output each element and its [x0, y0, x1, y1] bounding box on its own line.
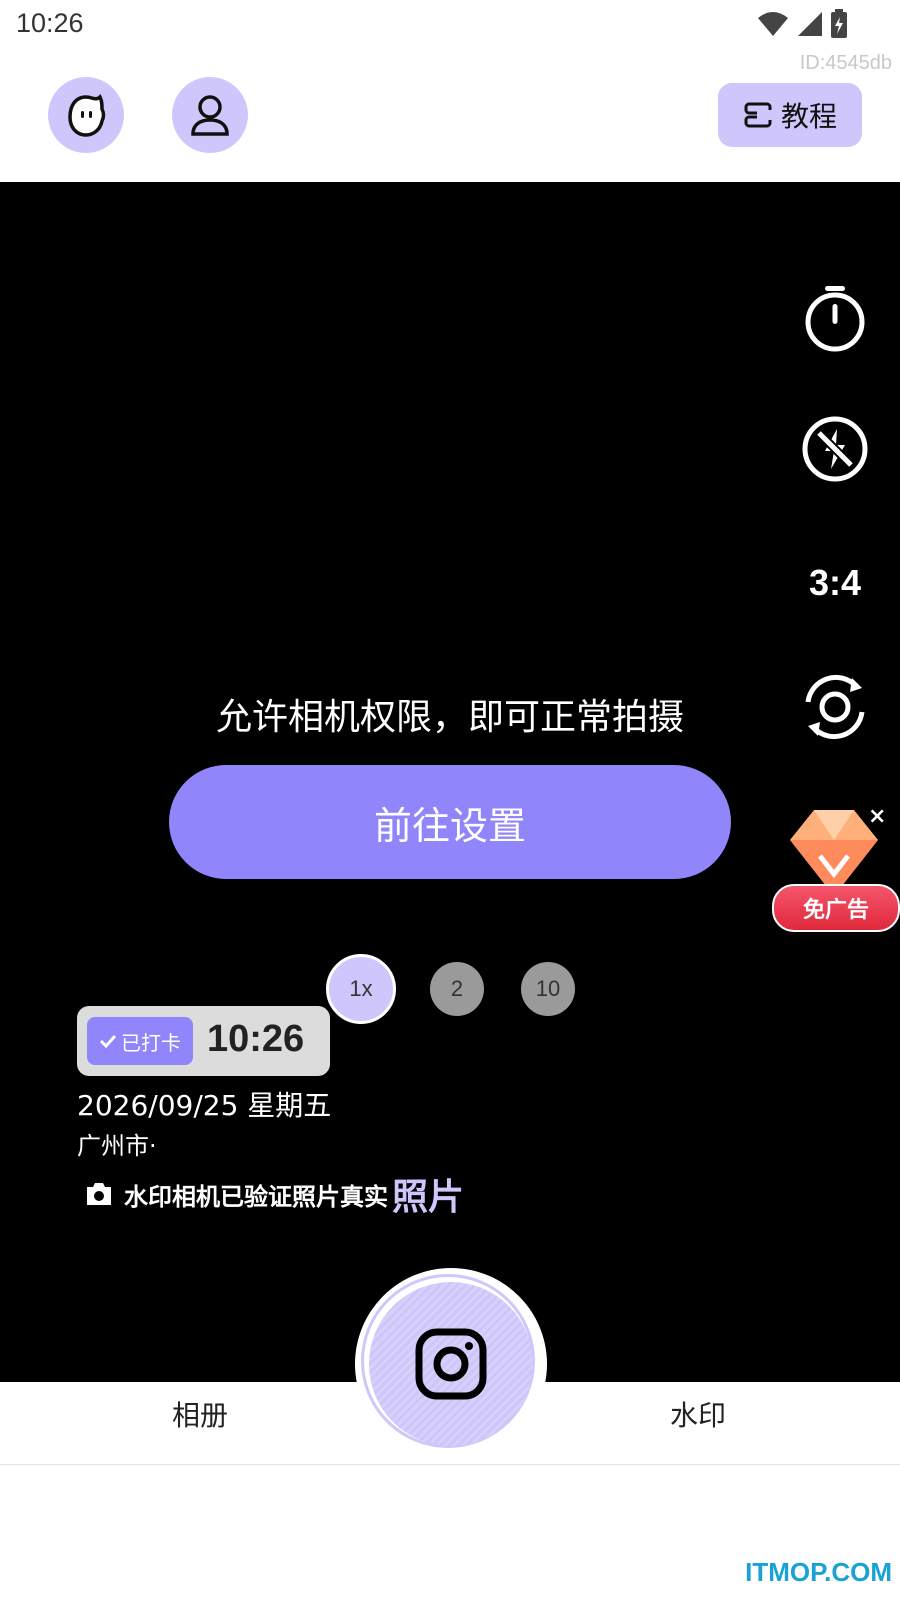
wifi-icon [758, 12, 788, 36]
aspect-ratio-button[interactable]: 3:4 [800, 562, 870, 604]
zoom-option-1x[interactable]: 1x [326, 954, 396, 1024]
remove-ads-badge[interactable]: 免广告 [772, 884, 900, 932]
status-icons [756, 9, 848, 39]
tutorial-icon [744, 102, 773, 128]
camera-viewport[interactable]: 3:4 允许相机权限，即可正常拍摄 前往设置 × 免广告 1x 2 10 已打卡… [0, 182, 900, 1382]
album-tab[interactable]: 相册 [172, 1394, 228, 1434]
instagram-camera-icon [415, 1328, 487, 1400]
watermark-verify-line: 水印相机已验证照片真实 照片 [84, 1168, 464, 1220]
camera-icon [87, 1183, 111, 1205]
verify-suffix: 照片 [392, 1177, 465, 1218]
shutter-button[interactable] [355, 1268, 547, 1460]
watermark-city: 广州市· [77, 1132, 157, 1160]
watermark-brand: ITMOP.COM [745, 1557, 892, 1587]
mascot-button[interactable] [48, 77, 124, 153]
zoom-option-10[interactable]: 10 [521, 962, 575, 1016]
flash-off-icon [802, 416, 868, 482]
check-icon [99, 1034, 117, 1049]
checkin-tag: 已打卡 [87, 1017, 193, 1065]
tutorial-button[interactable]: 教程 [718, 83, 862, 147]
verify-text: 水印相机已验证照片真实 [124, 1182, 388, 1211]
watermark-time: 10:26 [207, 1018, 305, 1060]
flash-toggle-button[interactable] [800, 414, 870, 484]
permission-message: 允许相机权限，即可正常拍摄 [215, 697, 684, 738]
checkin-label: 已打卡 [121, 1030, 181, 1055]
signal-icon [798, 12, 822, 36]
watermark-card[interactable]: 已打卡 10:26 [77, 1006, 330, 1076]
status-bar: 10:26 [0, 0, 900, 50]
ad-close-button[interactable]: × [868, 804, 886, 829]
shutter-core [369, 1282, 533, 1446]
timer-icon [805, 286, 865, 352]
profile-icon [191, 95, 229, 136]
watermark-tab[interactable]: 水印 [670, 1394, 726, 1434]
status-time: 10:26 [16, 8, 84, 38]
tutorial-label: 教程 [780, 100, 837, 133]
watermark-date: 2026/09/25 星期五 [77, 1089, 332, 1122]
battery-charging-icon [831, 9, 847, 38]
timer-button[interactable] [800, 284, 870, 354]
user-id: ID:4545db [799, 52, 892, 74]
go-to-settings-button[interactable]: 前往设置 [169, 765, 731, 879]
zoom-option-2[interactable]: 2 [430, 962, 484, 1016]
profile-button[interactable] [172, 77, 248, 153]
mascot-face-icon [68, 94, 106, 137]
